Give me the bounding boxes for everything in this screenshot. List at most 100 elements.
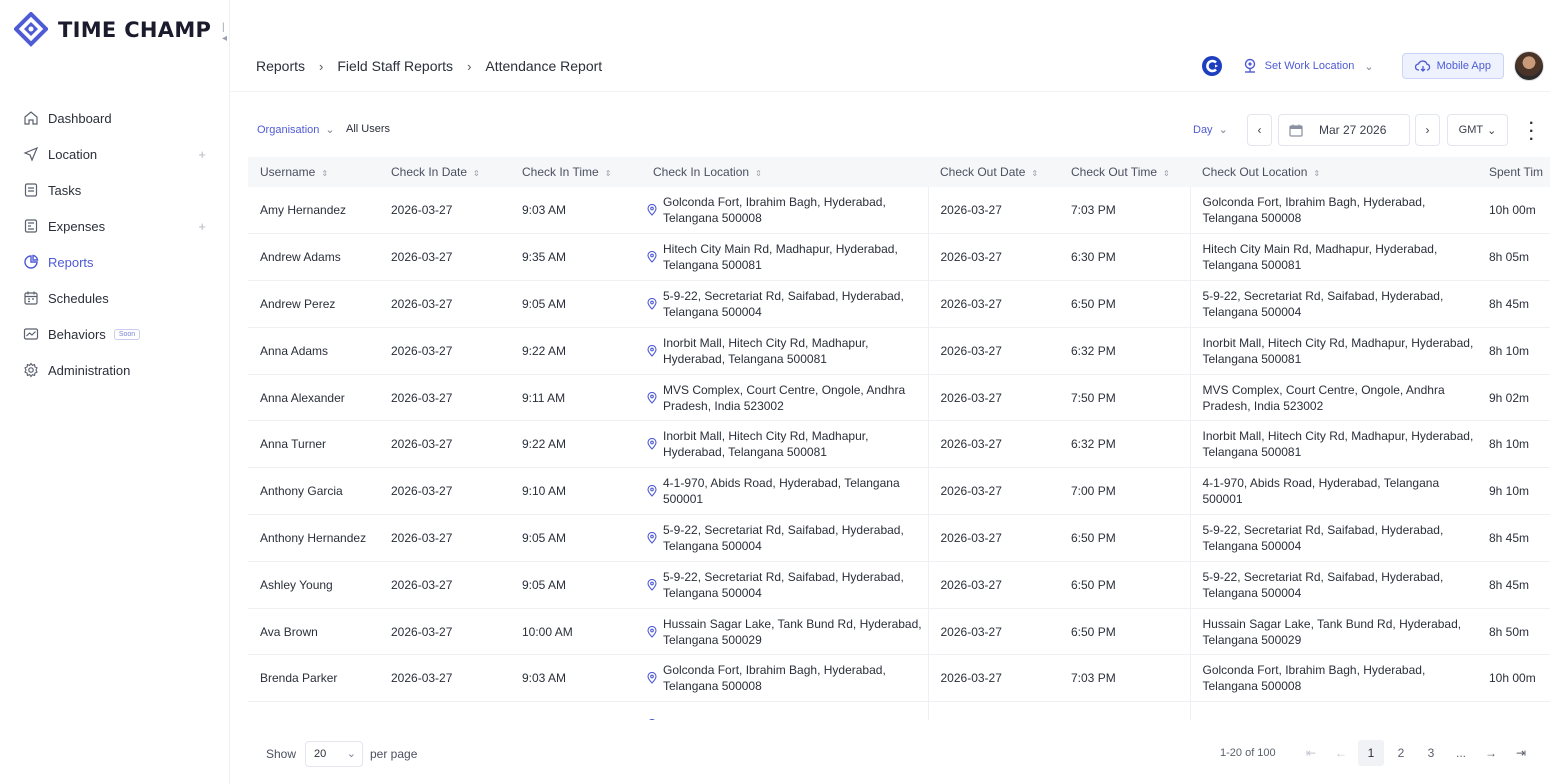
chevron-down-icon: ⌄ xyxy=(325,124,335,136)
table-cell: 2026-03-27 xyxy=(379,327,510,374)
sidebar-item-behaviors[interactable]: Behaviors Soon xyxy=(0,316,230,352)
table-row[interactable]: Ava Brown 2026-03-27 10:00 AM Hussain Sagar… xyxy=(248,608,1550,655)
first-page-icon[interactable]: ⇤ xyxy=(1298,740,1324,766)
table-cell: Anthony Garcia xyxy=(248,468,379,515)
sidebar-item-administration[interactable]: Administration xyxy=(0,352,230,388)
cell-text: 2026-03-27 xyxy=(940,484,1002,499)
next-page-icon[interactable]: → xyxy=(1478,740,1504,766)
page-3-button[interactable]: 3 xyxy=(1418,740,1444,766)
table-row[interactable]: Anna Turner 2026-03-27 9:22 AM Inorbit Mall… xyxy=(248,420,1550,468)
table-cell: 2026-03-27 xyxy=(379,187,510,234)
sidebar-item-expenses[interactable]: Expenses + xyxy=(0,208,230,244)
table-row[interactable]: Andrew Perez 2026-03-27 9:05 AM 5-9-22, Sec… xyxy=(248,280,1550,328)
check-in-location: 5-9-22, Secretariat Rd, Saifabad, Hydera… xyxy=(647,288,928,320)
table-cell: 9:05 AM xyxy=(510,561,641,608)
table-row[interactable]: Ashley Young 2026-03-27 9:05 AM 5-9-22, Sec… xyxy=(248,561,1550,609)
timezone-dropdown[interactable]: GMT ⌄ xyxy=(1447,114,1508,146)
mobile-app-button[interactable]: Mobile App xyxy=(1401,53,1504,79)
location-text: Golconda Fort, Ibrahim Bagh, Hyderabad, … xyxy=(663,663,886,694)
expand-plus-icon[interactable]: + xyxy=(198,147,206,162)
table-cell: 8h 10m xyxy=(1477,327,1550,374)
sort-icon[interactable]: ⇕ xyxy=(1163,169,1170,178)
sidebar-item-label: Administration xyxy=(48,362,131,378)
breadcrumb-reports[interactable]: Reports xyxy=(256,58,305,74)
column-header-check-in-time[interactable]: Check In Time ⇕ xyxy=(510,157,641,187)
filter-bar: Organisation ⌄ All Users Day ⌄ ‹ Mar 27 … xyxy=(257,114,1550,148)
cell-text: 6:30 PM xyxy=(1071,250,1116,265)
sort-icon[interactable]: ⇕ xyxy=(473,169,480,178)
table-cell: 9:35 AM xyxy=(510,234,641,281)
table-cell: 4-1-970, Abids Road, Hyderabad, Telangan… xyxy=(641,467,929,515)
sidebar-item-reports[interactable]: Reports xyxy=(0,244,230,280)
column-header-check-out-location[interactable]: Check Out Location ⇕ xyxy=(1190,157,1477,187)
period-label: Day xyxy=(1193,123,1213,136)
table-cell: 4-1-970, Abids Road, Hyderabad, Telangan… xyxy=(1190,468,1477,515)
date-picker[interactable]: Mar 27 2026 xyxy=(1278,114,1410,146)
cell-text: 6:50 PM xyxy=(1071,624,1116,639)
page-1-button[interactable]: 1 xyxy=(1358,740,1384,766)
attendance-table-container[interactable]: Username ⇕ Check In Date ⇕ Check In Time ⇕ Che… xyxy=(248,157,1550,720)
soon-badge: Soon xyxy=(113,328,141,340)
sidebar-item-location[interactable]: Location + xyxy=(0,136,230,172)
organisation-dropdown[interactable]: Organisation ⌄ xyxy=(257,123,335,137)
table-row[interactable]: Amy Hernandez 2026-03-27 9:03 AM Golconda F… xyxy=(248,187,1550,234)
table-row[interactable]: Anthony Garcia 2026-03-27 9:10 AM 4-1-970, … xyxy=(248,467,1550,515)
sort-icon[interactable]: ⇕ xyxy=(321,169,328,178)
column-header-username[interactable]: Username ⇕ xyxy=(248,157,379,187)
cell-text: 2026-03-27 xyxy=(940,390,1002,405)
app-c-logo-icon[interactable] xyxy=(1201,55,1223,77)
table-row[interactable]: Brenda Parker 2026-03-27 9:03 AM Golconda F… xyxy=(248,654,1550,702)
expand-plus-icon[interactable]: + xyxy=(198,219,206,234)
previous-page-icon[interactable]: ← xyxy=(1328,740,1354,766)
column-header-check-in-location[interactable]: Check In Location ⇕ xyxy=(641,157,928,187)
table-cell: 2026-03-27 xyxy=(928,374,1059,421)
more-options-icon[interactable]: · · · xyxy=(1529,116,1534,148)
table-cell: 2026-03-27 xyxy=(379,655,510,702)
table-row[interactable]: Anna Adams 2026-03-27 9:22 AM Inorbit Mall,… xyxy=(248,327,1550,375)
sort-icon[interactable]: ⇕ xyxy=(1031,169,1038,178)
table-cell: Anna Alexander xyxy=(248,374,379,421)
table-cell: 2026-03-27 xyxy=(928,421,1059,468)
page-2-button[interactable]: 2 xyxy=(1388,740,1414,766)
period-dropdown[interactable]: Day ⌄ xyxy=(1193,123,1228,137)
column-header-spent-tim[interactable]: Spent Tim xyxy=(1477,157,1550,187)
cell-text: 2026-03-27 xyxy=(940,577,1002,592)
next-date-button[interactable]: › xyxy=(1415,114,1440,146)
table-cell: 2026-03-27 xyxy=(379,608,510,655)
cell-text: 2026-03-27 xyxy=(940,343,1002,358)
cell-text: 8h 45m xyxy=(1489,530,1530,545)
cell-text: 9:03 AM xyxy=(522,671,567,686)
set-work-location-dropdown[interactable]: Set Work Location ⌄ xyxy=(1243,58,1374,74)
column-header-check-out-date[interactable]: Check Out Date ⇕ xyxy=(928,157,1059,187)
table-cell: 9:05 AM xyxy=(510,515,641,562)
per-page-select[interactable]: 20 ⌄ xyxy=(305,741,363,767)
sidebar-item-schedules[interactable]: Schedules xyxy=(0,280,230,316)
table-row[interactable]: Andrew Adams 2026-03-27 9:35 AM Hitech City… xyxy=(248,233,1550,281)
column-header-check-out-time[interactable]: Check Out Time ⇕ xyxy=(1059,157,1190,187)
all-users-filter[interactable]: All Users xyxy=(346,123,390,135)
table-cell: Plot No. 23, Jubilee Hills Rd No. 10, xyxy=(641,701,929,720)
table-row[interactable]: Anna Alexander 2026-03-27 9:11 AM MVS Compl… xyxy=(248,374,1550,421)
table-cell: 2026-03-27 xyxy=(928,608,1059,655)
column-header-check-in-date[interactable]: Check In Date ⇕ xyxy=(379,157,510,187)
cell-text: 5-9-22, Secretariat Rd, Saifabad, Hydera… xyxy=(1202,522,1444,553)
sort-icon[interactable]: ⇕ xyxy=(605,169,612,178)
table-row[interactable]: Plot No. 23, Jubilee Hills Rd No. 10, Plo… xyxy=(248,701,1550,720)
cell-text: 2026-03-27 xyxy=(391,296,453,311)
user-avatar[interactable] xyxy=(1514,51,1544,81)
last-page-icon[interactable]: ⇥ xyxy=(1508,740,1534,766)
column-header-label: Check In Location xyxy=(653,165,750,179)
sidebar-item-dashboard[interactable]: Dashboard xyxy=(0,100,230,136)
breadcrumb-field-staff-reports[interactable]: Field Staff Reports xyxy=(337,58,453,74)
table-row[interactable]: Anthony Hernandez 2026-03-27 9:05 AM 5-9-22… xyxy=(248,514,1550,562)
table-cell: 5-9-22, Secretariat Rd, Saifabad, Hydera… xyxy=(1190,515,1477,562)
previous-date-button[interactable]: ‹ xyxy=(1247,114,1272,146)
brand-logo[interactable]: TIME CHAMP xyxy=(14,10,211,50)
cell-text: 2026-03-27 xyxy=(391,390,453,405)
sidebar-item-tasks[interactable]: Tasks xyxy=(0,172,230,208)
sort-icon[interactable]: ⇕ xyxy=(1313,169,1320,178)
location-text: Hitech City Main Rd, Madhapur, Hyderabad… xyxy=(663,242,898,273)
collapse-sidebar-icon[interactable]: |◂ xyxy=(222,22,229,44)
sort-icon[interactable]: ⇕ xyxy=(755,169,762,178)
check-in-location: MVS Complex, Court Centre, Ongole, Andhr… xyxy=(647,382,928,414)
